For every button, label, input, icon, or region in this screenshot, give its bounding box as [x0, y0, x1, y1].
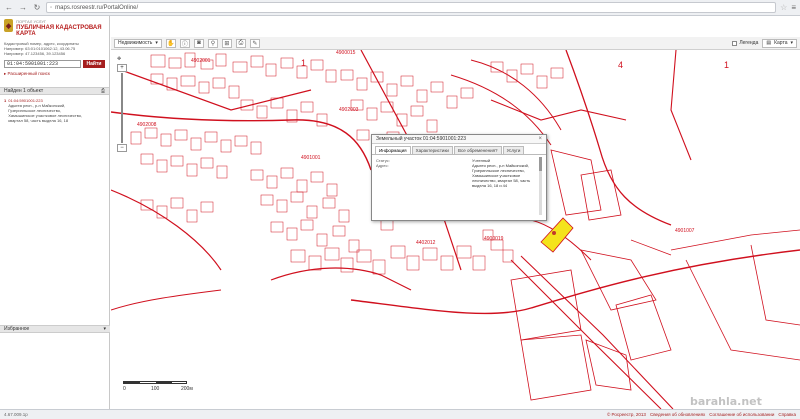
quarter-label: 4900019	[484, 236, 504, 242]
search-hint: Кадастровый номер, адрес, координаты Нап…	[0, 40, 109, 57]
result-number: 1	[4, 98, 7, 103]
search-input[interactable]	[4, 60, 81, 68]
tab-services[interactable]: Услуги	[502, 146, 525, 154]
legend-toggle[interactable]: Легенда	[732, 40, 758, 46]
legend-label: Легенда	[739, 40, 759, 46]
tab-characteristics[interactable]: Характеристики	[411, 146, 453, 154]
favorites-header[interactable]: Избранное ▾	[0, 325, 110, 333]
list-item[interactable]: 1 01:04:5901001:223 Адыгея респ., р-н Ма…	[4, 98, 105, 123]
quarter-label: 4900015	[336, 50, 356, 56]
cadastral-map[interactable]	[111, 50, 800, 409]
layers-icon: ▤	[766, 40, 772, 46]
layer-mode-value: Недвижимость	[118, 40, 153, 46]
copyright-text: © Росреестр, 2013	[606, 412, 646, 417]
close-icon[interactable]: ×	[538, 136, 542, 142]
result-address-line: квартал 58, часть выдела 16, 18	[8, 118, 69, 123]
results-count: Найден 1 объект	[4, 88, 44, 94]
results-list: 1 01:04:5901001:223 Адыгея респ., р-н Ма…	[0, 95, 109, 126]
layer-mode-select[interactable]: Недвижимость ▾	[114, 38, 162, 48]
quarter-label: 4902008	[137, 122, 157, 128]
ruler-icon[interactable]: ✎	[249, 38, 260, 48]
tab-information[interactable]: Информация	[375, 146, 411, 154]
browser-menu-icon[interactable]: ≡	[791, 3, 796, 12]
favorites-label: Избранное	[4, 326, 30, 332]
print-map-icon[interactable]: ⎙	[235, 38, 246, 48]
updates-link[interactable]: Сведения об обновлениях	[650, 412, 705, 417]
reload-icon[interactable]: ↻	[32, 3, 42, 13]
scale-label-0: 0	[123, 386, 126, 392]
popup-body: Статус: Адрес: Учтенный Адыгея респ., р-…	[372, 155, 546, 191]
help-link[interactable]: Справка	[778, 412, 796, 417]
legend-checkbox[interactable]	[732, 40, 738, 46]
map-toolbar: Недвижимость ▾ ✋ ⓘ ◙ ⚲ ⊞ ⎙ ✎ Легенда ▤ К…	[111, 37, 800, 50]
chevron-down-icon: ▾	[790, 40, 793, 46]
zoom-in-button[interactable]: +	[117, 64, 127, 72]
logo-title: ПУБЛИЧНАЯ КАДАСТРОВАЯ КАРТА	[16, 25, 102, 37]
address-value: Адыгея респ., р-н Майкопский, Гузерипльс…	[472, 163, 531, 188]
search-row: Найти	[0, 57, 109, 71]
popup-scrollbar[interactable]	[539, 157, 542, 215]
parcel-marker	[552, 231, 556, 235]
zoom-out-button[interactable]: −	[117, 144, 127, 152]
search-button[interactable]: Найти	[83, 60, 105, 68]
page-icon: ▫	[50, 4, 53, 11]
terms-link[interactable]: Соглашение об использовании	[709, 412, 774, 417]
back-icon[interactable]: ←	[4, 3, 14, 13]
zoom-control: ✥ + −	[117, 56, 129, 152]
scale-label-100: 100	[151, 386, 160, 392]
emblem-icon: ◆	[4, 19, 14, 32]
bookmark-star-icon[interactable]: ☆	[780, 3, 787, 12]
popup-header: Земельный участок 01:04:5901001:223 ×	[372, 135, 546, 144]
camera-icon[interactable]: ◙	[193, 38, 204, 48]
browser-toolbar: ← → ↻ ▫ maps.rosreestr.ru/PortalOnline/ …	[0, 0, 800, 16]
map-canvas[interactable]: 4 1 1 4902008 4900015 4902001 4902003 49…	[111, 50, 800, 409]
chevron-down-icon: ▾	[155, 40, 158, 46]
pin-icon[interactable]: ⚲	[207, 38, 218, 48]
tab-encumbrances[interactable]: Все обременения?	[453, 146, 502, 154]
sidebar: ◆ ПОРТАЛ УСЛУГ ПУБЛИЧНАЯ КАДАСТРОВАЯ КАР…	[0, 16, 110, 409]
zoom-slider[interactable]	[121, 73, 123, 143]
quarter-label: 4901001	[301, 155, 321, 161]
selected-parcel	[540, 217, 574, 253]
status-bar: 4.67.009.1p © Росреестр, 2013 Сведения о…	[0, 409, 800, 419]
watermark: barahla.net	[690, 395, 762, 408]
quarter-label: 4902003	[339, 107, 359, 113]
advanced-search-link[interactable]: ▸ Расширенный поиск	[0, 71, 109, 77]
version-text: 4.67.009.1p	[4, 412, 28, 417]
map-label-quarter-1: 1	[724, 60, 730, 70]
measure-icon[interactable]: ⊞	[221, 38, 232, 48]
basemap-select[interactable]: ▤ Карта ▾	[762, 38, 797, 48]
hand-tool-icon[interactable]: ✋	[165, 38, 176, 48]
popup-tabs: Информация Характеристики Все обременени…	[372, 144, 546, 155]
collapse-icon[interactable]: ▾	[103, 326, 106, 332]
pan-icon[interactable]: ✥	[117, 56, 129, 62]
basemap-value: Карта	[774, 40, 788, 46]
popup-title: Земельный участок 01:04:5901001:223	[376, 136, 466, 142]
address-bar[interactable]: ▫ maps.rosreestr.ru/PortalOnline/	[46, 2, 777, 13]
scale-label-200: 200м	[181, 386, 193, 392]
hint-line: Например: 47.123456, 39.123456	[4, 51, 66, 56]
forward-icon[interactable]: →	[18, 3, 28, 13]
logo: ◆ ПОРТАЛ УСЛУГ ПУБЛИЧНАЯ КАДАСТРОВАЯ КАР…	[0, 16, 109, 40]
parcel-info-popup: Земельный участок 01:04:5901001:223 × Ин…	[371, 134, 547, 221]
quarter-label: 4901007	[675, 228, 695, 234]
quarter-label: 4402012	[416, 240, 436, 246]
url-text: maps.rosreestr.ru/PortalOnline/	[55, 4, 139, 11]
print-icon[interactable]: ⎙	[101, 88, 105, 94]
quarter-label: 4902001	[191, 58, 211, 64]
results-header[interactable]: Найден 1 объект ⎙	[0, 87, 109, 95]
identify-tool-icon[interactable]: ⓘ	[179, 38, 190, 48]
map-label-quarter-1: 1	[301, 58, 307, 68]
address-label: Адрес:	[376, 163, 389, 168]
map-label-quarter-4: 4	[618, 60, 624, 70]
scale-bar	[123, 381, 187, 384]
